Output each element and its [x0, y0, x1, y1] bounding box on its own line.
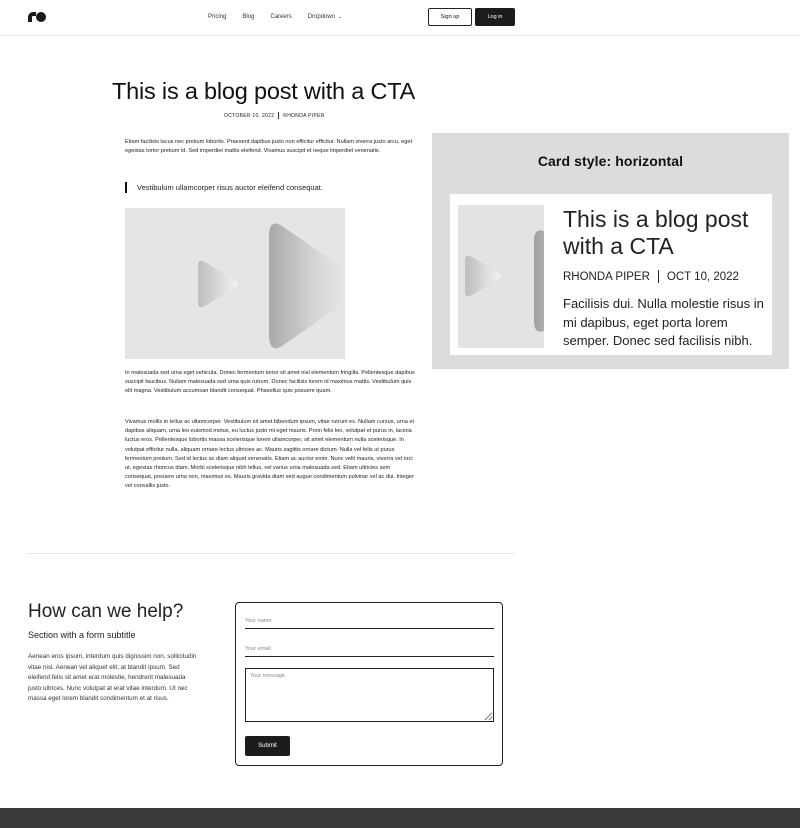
brand-logo-icon[interactable]	[28, 12, 46, 22]
top-navigation: Pricing Blog Careers Dropdown ⌄ Sign up L…	[0, 0, 800, 36]
card-author: RHONDA PIPER	[563, 270, 650, 283]
nav-links: Pricing Blog Careers Dropdown ⌄	[208, 14, 358, 20]
signup-button[interactable]: Sign up	[428, 8, 472, 26]
post-paragraph-1: Etiam facilisis lacus nec pretium lobort…	[125, 139, 413, 155]
message-textarea[interactable]	[245, 668, 494, 722]
horizontal-blog-card[interactable]: This is a blog post with a CTA RHONDA PI…	[450, 194, 772, 355]
play-shapes-image	[198, 223, 345, 349]
nav-link-blog[interactable]: Blog	[242, 14, 254, 20]
card-style-panel: Card style: horizontal This is a blog po…	[432, 133, 789, 369]
meta-separator	[657, 270, 659, 283]
nav-link-careers[interactable]: Careers	[270, 14, 291, 20]
card-excerpt: Facilisis dui. Nulla molestie risus in m…	[563, 296, 764, 348]
card-meta: RHONDA PIPER OCT 10, 2022	[563, 270, 739, 283]
post-date: OCTOBER 10, 2022	[224, 112, 275, 119]
post-paragraph-2: In malesuada sed urna eget vehicula. Don…	[125, 370, 415, 395]
meta-separator	[278, 112, 280, 119]
nav-link-pricing[interactable]: Pricing	[208, 14, 226, 20]
help-subtitle: Section with a form subtitle	[28, 630, 136, 640]
blockquote: Vestibulum ullamcorper risus auctor elei…	[125, 182, 323, 193]
login-button[interactable]: Log in	[475, 8, 515, 26]
section-divider	[28, 553, 515, 554]
footer	[0, 808, 800, 828]
contact-form: Submit	[235, 602, 503, 766]
post-image	[125, 208, 345, 359]
chevron-down-icon: ⌄	[338, 14, 343, 20]
card-panel-heading: Card style: horizontal	[537, 153, 684, 169]
post-paragraph-3: Vivamus mollis in tellus ac ullamcorper.…	[125, 419, 415, 490]
post-title: This is a blog post with a CTA	[112, 78, 416, 104]
help-body: Aenean eros ipsum, interdum quis digniss…	[28, 653, 197, 703]
nav-dropdown[interactable]: Dropdown ⌄	[308, 14, 343, 20]
post-author: RHONDA PIPER	[283, 112, 325, 119]
nav-dropdown-label: Dropdown	[307, 14, 336, 20]
card-date: OCT 10, 2022	[666, 270, 739, 283]
name-input[interactable]	[245, 614, 494, 629]
play-shapes-image	[465, 230, 544, 332]
submit-button[interactable]: Submit	[245, 736, 290, 756]
post-meta: OCTOBER 10, 2022 RHONDA PIPER	[224, 112, 325, 119]
card-title[interactable]: This is a blog post with a CTA	[563, 206, 768, 260]
card-image	[458, 205, 544, 348]
email-input[interactable]	[245, 642, 494, 657]
help-title: How can we help?	[28, 601, 184, 622]
